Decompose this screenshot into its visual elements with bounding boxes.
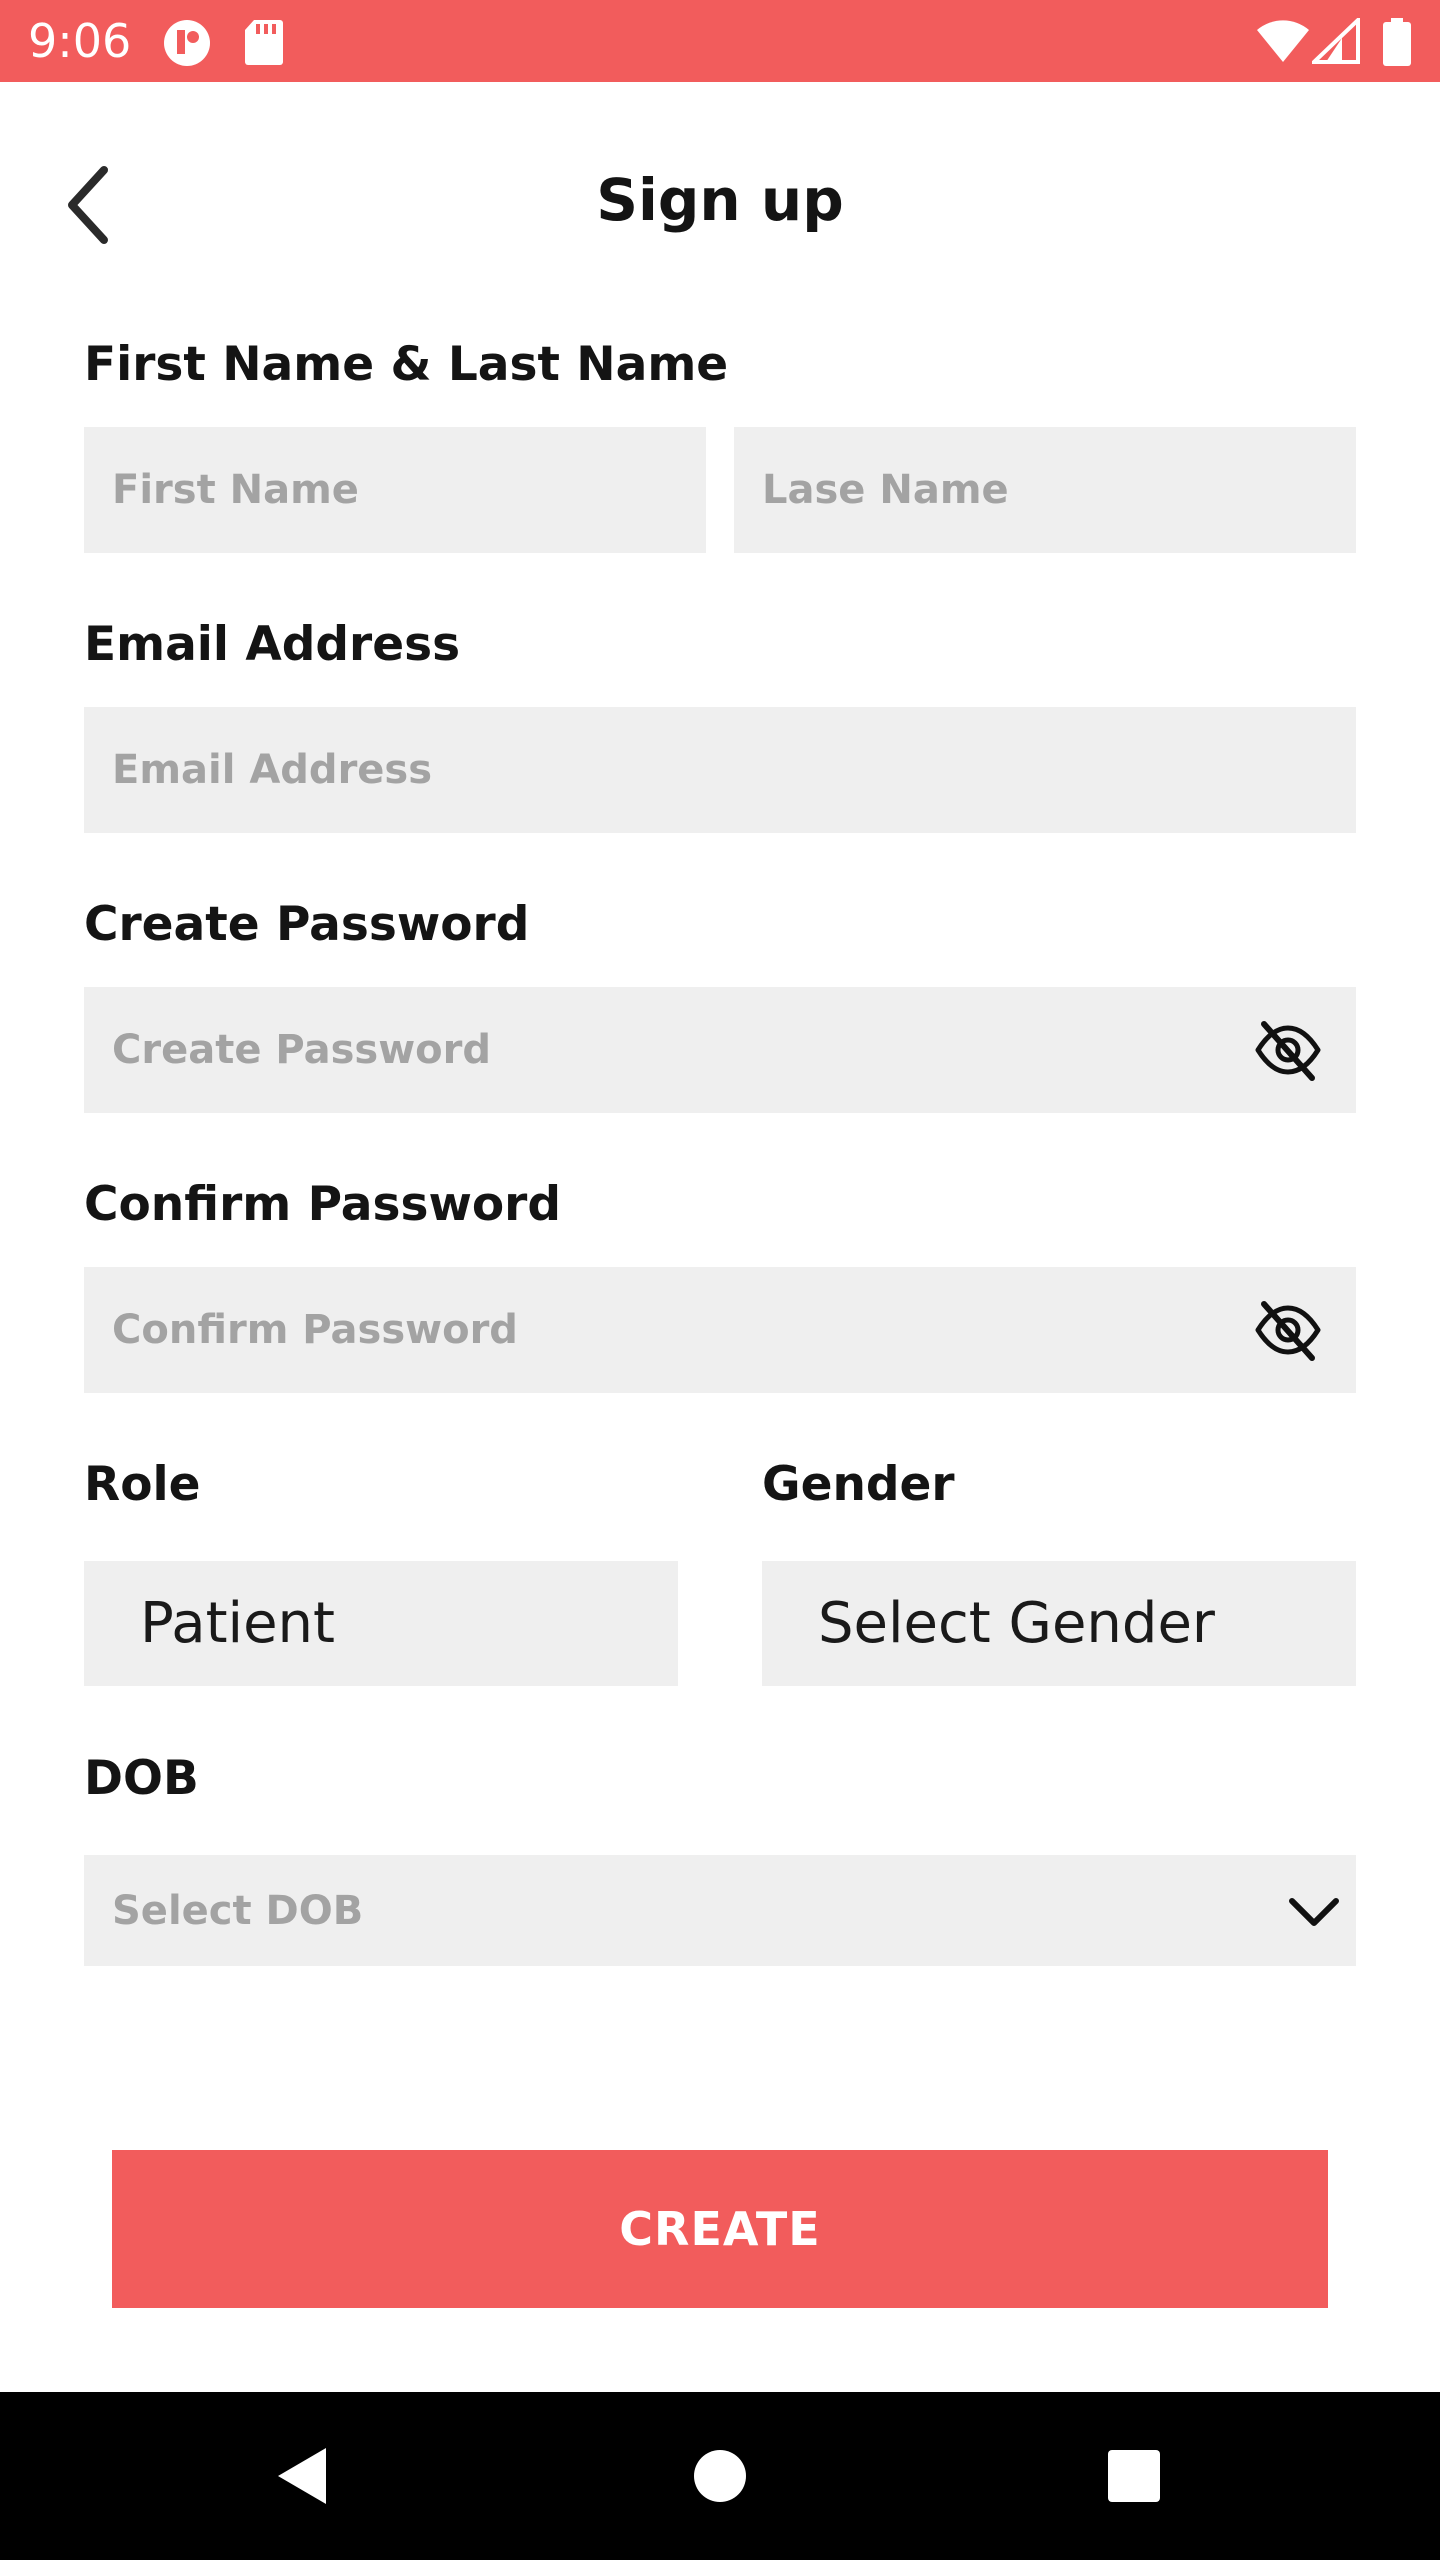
dob-select[interactable]: Select DOB bbox=[84, 1855, 1356, 1966]
first-name-input[interactable] bbox=[84, 427, 706, 553]
gender-select[interactable]: Select Gender bbox=[762, 1561, 1356, 1686]
create-password-field bbox=[84, 987, 1356, 1113]
status-bar: 9:06 bbox=[0, 0, 1440, 82]
signal-icon bbox=[1309, 15, 1360, 68]
dob-label: DOB bbox=[84, 1751, 199, 1806]
status-time: 9:06 bbox=[28, 14, 132, 68]
dob-value: Select DOB bbox=[112, 1887, 364, 1934]
confirm-password-label: Confirm Password bbox=[84, 1177, 561, 1232]
navigation-bar bbox=[0, 2392, 1440, 2560]
nav-back-button[interactable] bbox=[222, 2392, 382, 2560]
nav-recents-button[interactable] bbox=[1054, 2392, 1214, 2560]
role-select[interactable]: Patient bbox=[84, 1561, 678, 1686]
email-input[interactable] bbox=[84, 707, 1356, 833]
profile-badge-icon bbox=[162, 18, 212, 72]
create-password-label: Create Password bbox=[84, 897, 530, 952]
last-name-input[interactable] bbox=[734, 427, 1356, 553]
email-label: Email Address bbox=[84, 617, 461, 672]
page-title: Sign up bbox=[596, 166, 844, 234]
battery-icon bbox=[1383, 18, 1411, 70]
role-label: Role bbox=[84, 1457, 201, 1512]
create-button[interactable]: CREATE bbox=[112, 2150, 1328, 2308]
nav-home-button[interactable] bbox=[640, 2392, 800, 2560]
email-field bbox=[84, 707, 1356, 833]
back-triangle-icon bbox=[278, 2448, 326, 2504]
chevron-down-icon bbox=[1284, 1891, 1344, 1931]
sd-card-icon bbox=[244, 18, 284, 70]
create-password-input[interactable] bbox=[84, 987, 1356, 1113]
signup-screen: 9:06 Sign up First Name & Last Name Firs… bbox=[0, 0, 1440, 2560]
confirm-password-field bbox=[84, 1267, 1356, 1393]
confirm-password-input[interactable] bbox=[84, 1267, 1356, 1393]
gender-value: Select Gender bbox=[818, 1591, 1215, 1656]
eye-off-icon[interactable] bbox=[1254, 1296, 1322, 1364]
gender-label: Gender bbox=[762, 1457, 955, 1512]
role-value: Patient bbox=[140, 1591, 335, 1656]
wifi-icon bbox=[1255, 18, 1311, 68]
home-circle-icon bbox=[694, 2450, 746, 2502]
last-name-field bbox=[734, 427, 1356, 553]
name-label: First Name & Last Name bbox=[84, 337, 729, 392]
first-name-field bbox=[84, 427, 706, 553]
recents-square-icon bbox=[1108, 2450, 1160, 2502]
eye-off-icon[interactable] bbox=[1254, 1016, 1322, 1084]
